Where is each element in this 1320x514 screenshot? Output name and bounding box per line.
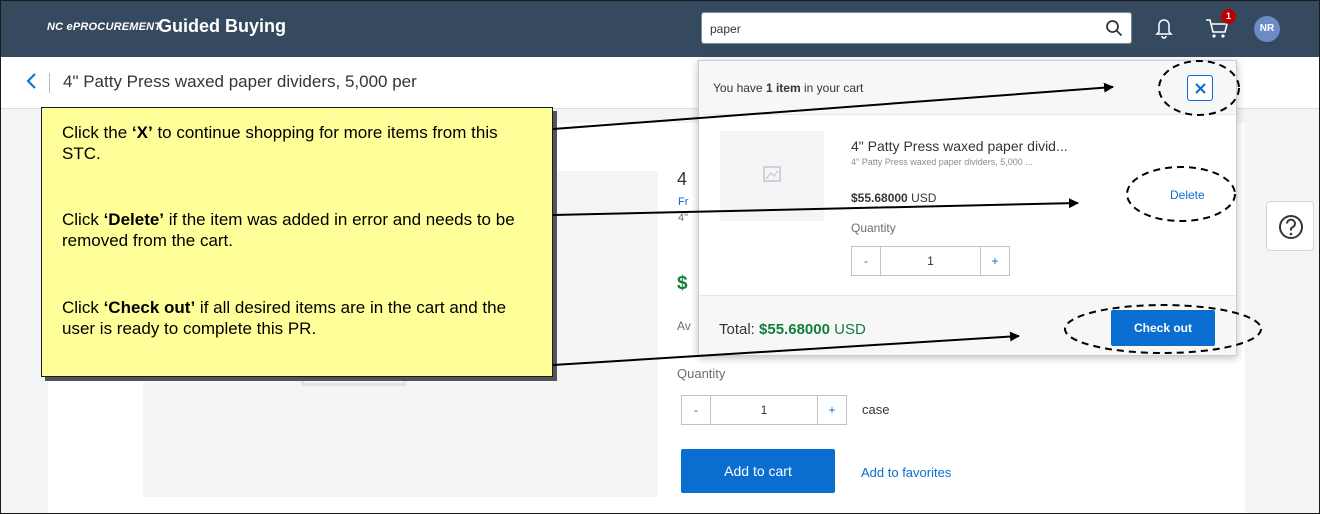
callout-delete-instruction: Click ‘Delete’ if the item was added in … xyxy=(62,210,515,250)
item-thumbnail xyxy=(720,131,824,221)
shell-bar: NC ePROCUREMENT Guided Buying 1 NR xyxy=(1,1,1319,57)
delete-button[interactable]: Delete xyxy=(1170,188,1205,202)
cart-quantity-value[interactable]: 1 xyxy=(880,247,981,275)
cart-total: Total: $55.68000 USD xyxy=(719,321,866,338)
cart-item-title[interactable]: 4" Patty Press waxed paper divid... xyxy=(851,138,1068,154)
search-input[interactable] xyxy=(710,20,1090,38)
cart-popover: You have 1 item in your cart 4" Patty Pr… xyxy=(698,60,1237,356)
check-out-button[interactable]: Check out xyxy=(1111,310,1215,346)
search-icon[interactable] xyxy=(1105,19,1123,37)
cart-quantity-stepper[interactable]: - 1 + xyxy=(851,246,1010,276)
cart-decrement-button[interactable]: - xyxy=(852,247,880,275)
instruction-callout: Click the ‘X’ to continue shopping for m… xyxy=(41,107,553,377)
quantity-stepper[interactable]: - 1 + xyxy=(681,395,847,425)
add-to-favorites-link[interactable]: Add to favorites xyxy=(861,465,951,480)
product-availability: Av xyxy=(677,319,691,333)
back-chevron-icon[interactable] xyxy=(25,71,37,91)
help-button[interactable] xyxy=(1266,201,1314,251)
avatar[interactable]: NR xyxy=(1254,16,1280,42)
increment-button[interactable]: + xyxy=(818,396,846,424)
cart-summary-text: You have 1 item in your cart xyxy=(713,81,864,95)
callout-close-instruction: Click the ‘X’ to continue shopping for m… xyxy=(62,123,498,163)
cart-item-quantity-label: Quantity xyxy=(851,221,896,235)
cart-popover-header: You have 1 item in your cart xyxy=(699,61,1236,115)
image-placeholder-icon xyxy=(763,166,781,182)
page-title: 4" Patty Press waxed paper dividers, 5,0… xyxy=(63,72,417,91)
quantity-value[interactable]: 1 xyxy=(710,396,818,424)
cart-count-badge: 1 xyxy=(1221,9,1236,24)
close-icon xyxy=(1195,83,1206,94)
add-to-cart-button[interactable]: Add to cart xyxy=(681,449,835,493)
callout-checkout-instruction: Click ‘Check out’ if all desired items a… xyxy=(62,298,507,338)
cart-increment-button[interactable]: + xyxy=(981,247,1009,275)
help-circle-icon xyxy=(1279,215,1303,239)
product-description: 4" xyxy=(678,212,689,224)
bell-icon[interactable] xyxy=(1155,17,1173,39)
cart-item-description: 4" Patty Press waxed paper dividers, 5,0… xyxy=(851,157,1033,167)
logo: NC ePROCUREMENT xyxy=(47,21,162,33)
quantity-label: Quantity xyxy=(677,366,726,381)
unit-label: case xyxy=(862,402,890,417)
screenshot-frame: NC ePROCUREMENT Guided Buying 1 NR 4" Pa… xyxy=(0,0,1320,514)
product-title: 4 xyxy=(677,169,688,189)
cart-item-price: $55.68000 USD xyxy=(851,191,937,205)
product-supplier-link[interactable]: Fr xyxy=(678,196,688,208)
search-field[interactable] xyxy=(701,12,1132,44)
product-price: $ xyxy=(677,273,688,294)
header-divider xyxy=(49,73,50,93)
cart-popover-footer: Total: $55.68000 USD Check out xyxy=(699,295,1236,355)
close-button[interactable] xyxy=(1187,75,1213,101)
decrement-button[interactable]: - xyxy=(682,396,710,424)
app-title: Guided Buying xyxy=(158,16,286,36)
